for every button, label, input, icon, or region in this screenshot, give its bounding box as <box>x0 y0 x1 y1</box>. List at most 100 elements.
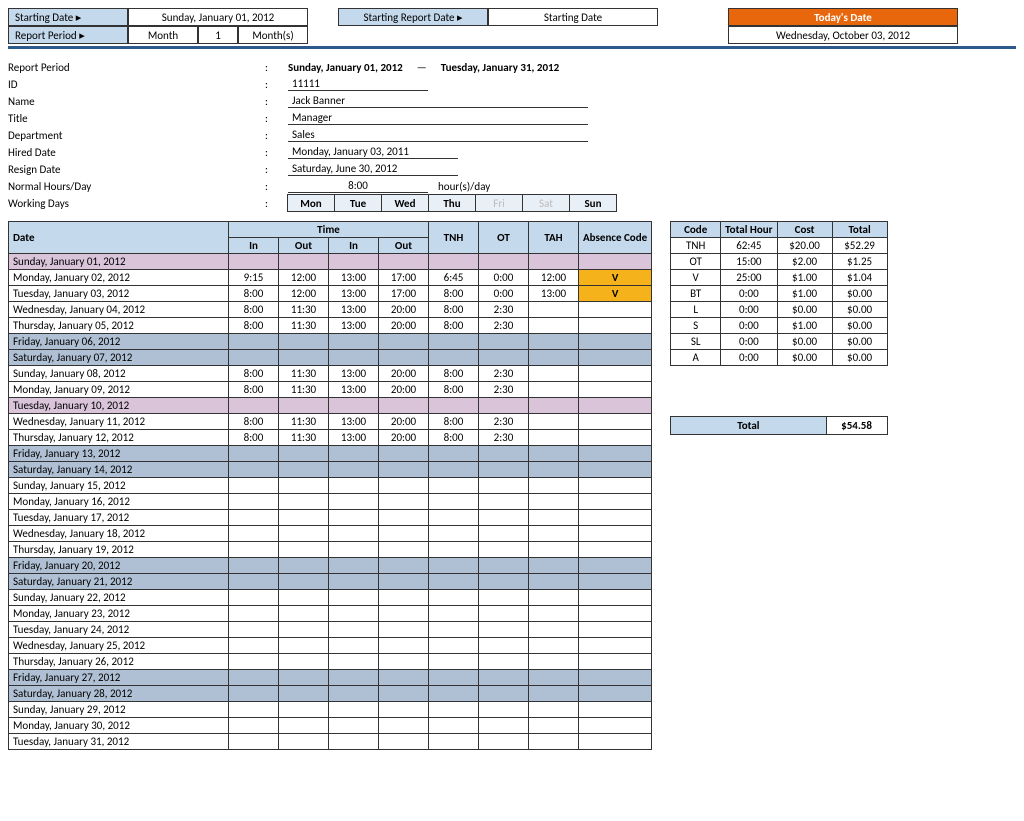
col-in1: In <box>229 238 279 254</box>
timesheet-row: Sunday, January 22, 2012 <box>9 590 652 606</box>
timesheet-row: Wednesday, January 25, 2012 <box>9 638 652 654</box>
timesheet-row: Monday, January 23, 2012 <box>9 606 652 622</box>
timesheet-row: Friday, January 20, 2012 <box>9 558 652 574</box>
summary-row: V25:00$1.00$1.04 <box>671 270 887 286</box>
title-label: Title <box>8 112 28 125</box>
day-wed: Wed <box>381 194 429 212</box>
day-sun: Sun <box>569 194 617 212</box>
name-label: Name <box>8 95 35 108</box>
working-days-label: Working Days <box>8 197 69 210</box>
name-value: Jack Banner <box>288 94 588 108</box>
col-out2: Out <box>379 238 429 254</box>
info-report-period-label: Report Period <box>8 61 70 74</box>
working-days: MonTueWedThuFriSatSun <box>288 194 617 212</box>
hired-label: Hired Date <box>8 146 56 159</box>
col-cost: Cost <box>777 222 832 238</box>
timesheet-row: Tuesday, January 31, 2012 <box>9 734 652 750</box>
starting-report-label: Starting Report Date ▸ <box>338 8 488 26</box>
summary-panel: Code Total Hour Cost Total TNH62:45$20.0… <box>670 221 887 435</box>
timesheet-row: Tuesday, January 17, 2012 <box>9 510 652 526</box>
summary-row: TNH62:45$20.00$52.29 <box>671 238 887 254</box>
timesheet-row: Friday, January 27, 2012 <box>9 670 652 686</box>
col-absence: Absence Code <box>579 222 652 254</box>
col-total-hour: Total Hour <box>721 222 777 238</box>
hours-label: Normal Hours/Day <box>8 180 91 193</box>
timesheet-row: Monday, January 16, 2012 <box>9 494 652 510</box>
timesheet-row: Sunday, January 29, 2012 <box>9 702 652 718</box>
id-value: 11111 <box>288 77 428 91</box>
timesheet-row: Tuesday, January 03, 20128:0012:0013:001… <box>9 286 652 302</box>
timesheet-row: Monday, January 30, 2012 <box>9 718 652 734</box>
hired-value: Monday, January 03, 2011 <box>288 145 458 159</box>
grand-total: Total $54.58 <box>670 416 887 435</box>
timesheet-row: Wednesday, January 18, 2012 <box>9 526 652 542</box>
timesheet-row: Sunday, January 15, 2012 <box>9 478 652 494</box>
employee-info: Report Period: Sunday, January 01, 2012 … <box>8 59 1016 211</box>
today-date-value: Wednesday, October 03, 2012 <box>728 26 958 44</box>
col-date: Date <box>9 222 229 254</box>
today-date-label: Today's Date <box>728 8 958 26</box>
col-in2: In <box>329 238 379 254</box>
report-period-label: Report Period ▸ <box>8 26 128 44</box>
dept-value: Sales <box>288 128 588 142</box>
day-mon: Mon <box>287 194 335 212</box>
timesheet-table: Date Time TNH OT TAH Absence Code In Out… <box>8 221 652 750</box>
timesheet-row: Sunday, January 01, 2012 <box>9 254 652 270</box>
col-total: Total <box>832 222 887 238</box>
timesheet-row: Wednesday, January 11, 20128:0011:3013:0… <box>9 414 652 430</box>
col-out1: Out <box>279 238 329 254</box>
title-value: Manager <box>288 111 588 125</box>
report-end: Tuesday, January 31, 2012 <box>441 61 559 74</box>
summary-table: Code Total Hour Cost Total TNH62:45$20.0… <box>670 221 887 366</box>
timesheet-row: Thursday, January 12, 20128:0011:3013:00… <box>9 430 652 446</box>
timesheet-row: Thursday, January 05, 20128:0011:3013:00… <box>9 318 652 334</box>
timesheet-row: Saturday, January 07, 2012 <box>9 350 652 366</box>
starting-date-label: Starting Date ▸ <box>8 8 128 26</box>
summary-row: SL0:00$0.00$0.00 <box>671 334 887 350</box>
summary-row: S0:00$1.00$0.00 <box>671 318 887 334</box>
summary-row: OT15:00$2.00$1.25 <box>671 254 887 270</box>
hours-unit: hour(s)/day <box>428 180 490 193</box>
grand-total-value: $54.58 <box>827 417 887 434</box>
summary-row: A0:00$0.00$0.00 <box>671 350 887 366</box>
period-num[interactable]: 1 <box>198 26 238 44</box>
timesheet-row: Tuesday, January 24, 2012 <box>9 622 652 638</box>
timesheet-row: Friday, January 13, 2012 <box>9 446 652 462</box>
timesheet-row: Thursday, January 26, 2012 <box>9 654 652 670</box>
col-code: Code <box>671 222 721 238</box>
col-time: Time <box>229 222 429 238</box>
timesheet-row: Monday, January 02, 20129:1512:0013:0017… <box>9 270 652 286</box>
timesheet-row: Saturday, January 14, 2012 <box>9 462 652 478</box>
day-tue: Tue <box>334 194 382 212</box>
range-dash: — <box>417 61 427 74</box>
timesheet-row: Saturday, January 28, 2012 <box>9 686 652 702</box>
col-tnh: TNH <box>429 222 479 254</box>
hours-value: 8:00 <box>288 179 428 193</box>
col-tah: TAH <box>529 222 579 254</box>
starting-report-value[interactable]: Starting Date <box>488 8 658 26</box>
summary-row: L0:00$0.00$0.00 <box>671 302 887 318</box>
timesheet-row: Monday, January 09, 20128:0011:3013:0020… <box>9 382 652 398</box>
resign-value: Saturday, June 30, 2012 <box>288 162 458 176</box>
timesheet-row: Saturday, January 21, 2012 <box>9 574 652 590</box>
day-fri: Fri <box>475 194 523 212</box>
day-sat: Sat <box>522 194 570 212</box>
resign-label: Resign Date <box>8 163 61 176</box>
divider <box>8 46 1016 49</box>
report-start: Sunday, January 01, 2012 <box>288 61 403 74</box>
dept-label: Department <box>8 129 62 142</box>
col-ot: OT <box>479 222 529 254</box>
timesheet-row: Wednesday, January 04, 20128:0011:3013:0… <box>9 302 652 318</box>
day-thu: Thu <box>428 194 476 212</box>
summary-row: BT0:00$1.00$0.00 <box>671 286 887 302</box>
period-unit: Month(s) <box>238 26 308 44</box>
timesheet-row: Tuesday, January 10, 2012 <box>9 398 652 414</box>
grand-total-label: Total <box>671 417 826 434</box>
starting-date-value[interactable]: Sunday, January 01, 2012 <box>128 8 308 26</box>
period-type[interactable]: Month <box>128 26 198 44</box>
header-block: Starting Date ▸ Sunday, January 01, 2012… <box>8 8 1016 44</box>
timesheet-row: Thursday, January 19, 2012 <box>9 542 652 558</box>
timesheet-row: Sunday, January 08, 20128:0011:3013:0020… <box>9 366 652 382</box>
timesheet-row: Friday, January 06, 2012 <box>9 334 652 350</box>
id-label: ID <box>8 78 18 91</box>
